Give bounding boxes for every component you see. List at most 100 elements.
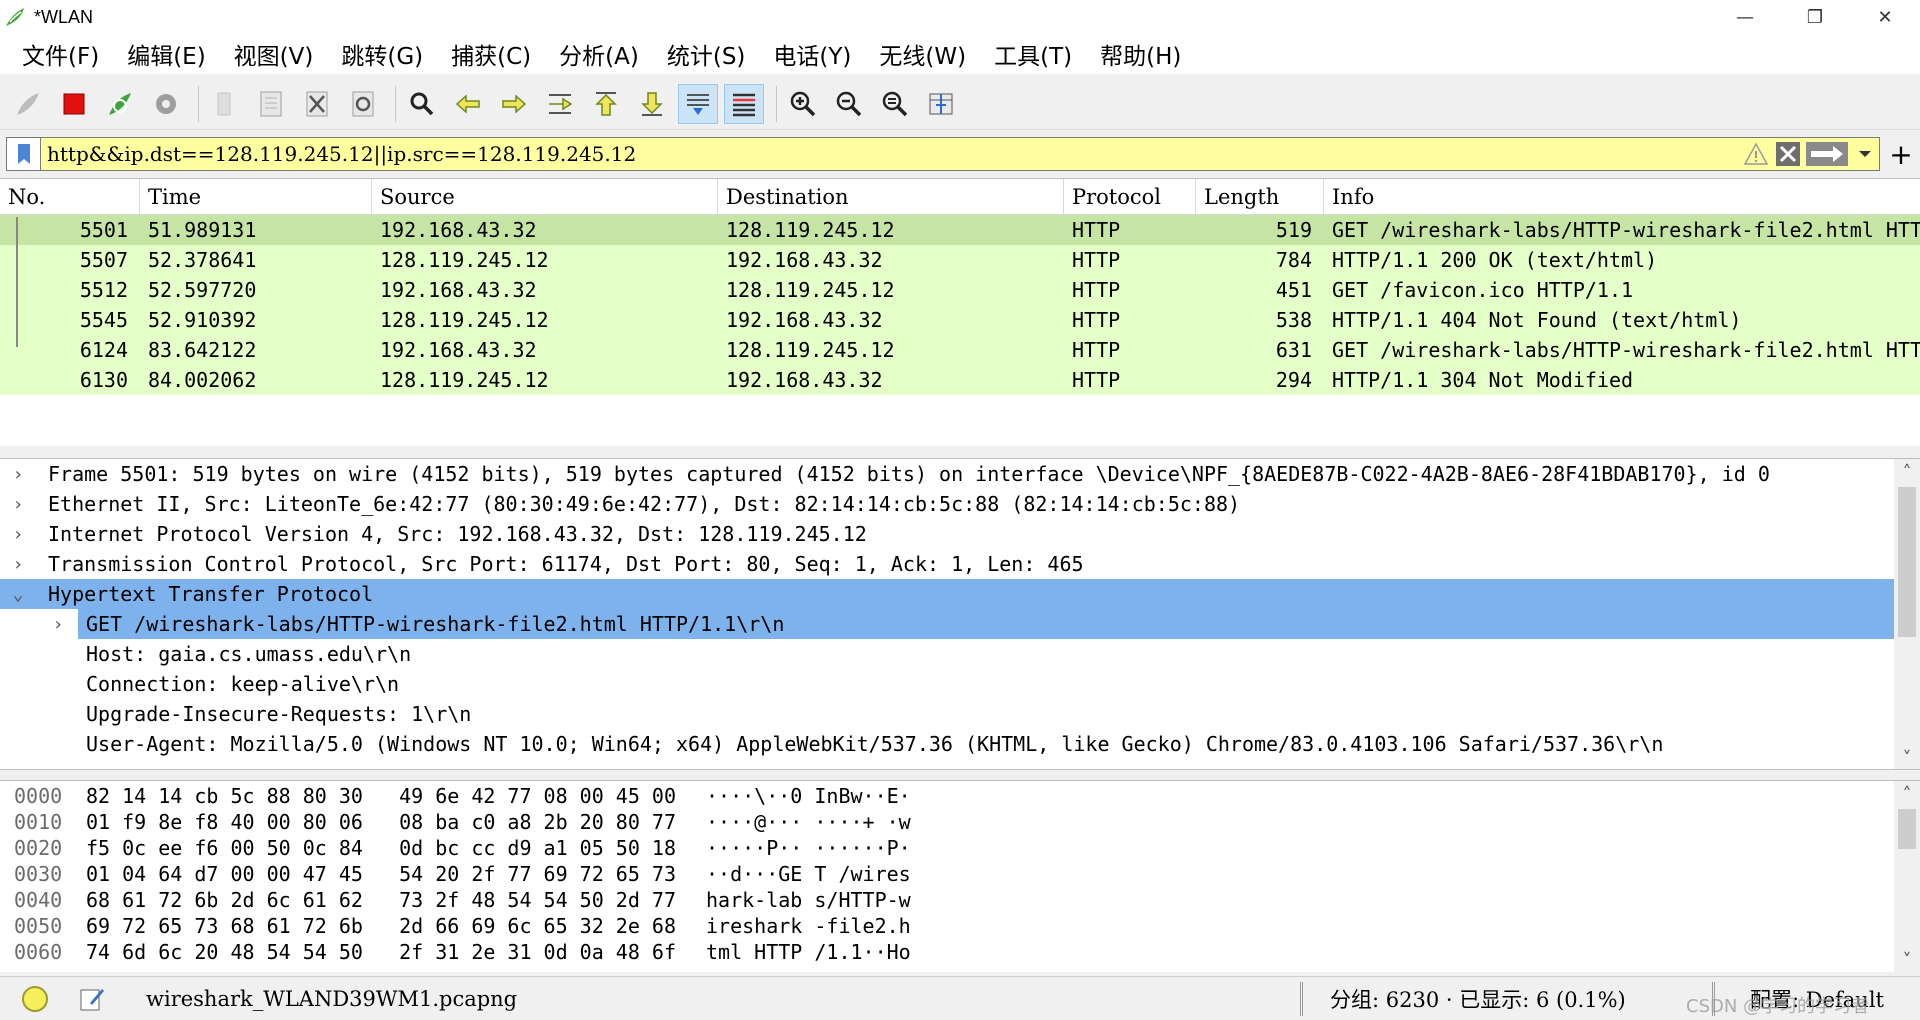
packet-row[interactable]: 5501 51.989131 192.168.43.32 128.119.245.12… bbox=[0, 215, 1920, 245]
tree-item-user-agent[interactable]: User-Agent: Mozilla/5.0 (Windows NT 10.0… bbox=[0, 729, 1920, 759]
expert-info-led-icon[interactable] bbox=[22, 985, 48, 1012]
expand-arrow-icon[interactable]: › bbox=[0, 554, 36, 575]
zoom-out-icon[interactable] bbox=[829, 84, 869, 124]
scroll-up-icon[interactable]: ˄ bbox=[1894, 781, 1920, 807]
hex-bytes[interactable]: 01 04 64 d7 00 00 47 45 54 20 2f 77 69 7… bbox=[86, 862, 706, 886]
byte-offset[interactable]: 0040 bbox=[0, 888, 86, 912]
tree-item-http[interactable]: ⌄ Hypertext Transfer Protocol bbox=[0, 579, 1894, 609]
packet-row[interactable]: 6130 84.002062 128.119.245.12 192.168.43.32… bbox=[0, 365, 1920, 395]
go-last-icon[interactable] bbox=[632, 84, 672, 124]
column-header-source[interactable]: Source bbox=[372, 179, 718, 215]
ascii-bytes[interactable]: hark-lab s/HTTP-w bbox=[706, 888, 1006, 912]
menu-edit[interactable]: 编辑(E) bbox=[113, 37, 219, 71]
packet-row[interactable]: 6124 83.642122 192.168.43.32 128.119.245.12… bbox=[0, 335, 1920, 365]
tree-item-frame[interactable]: › Frame 5501: 519 bytes on wire (4152 bi… bbox=[0, 459, 1920, 489]
column-header-destination[interactable]: Destination bbox=[718, 179, 1064, 215]
close-window-button[interactable]: ✕ bbox=[1850, 0, 1920, 34]
menu-capture[interactable]: 捕获(C) bbox=[437, 37, 545, 71]
details-scroll-thumb[interactable] bbox=[1898, 487, 1916, 637]
minimize-button[interactable]: — bbox=[1710, 0, 1780, 34]
expand-arrow-icon[interactable]: › bbox=[0, 494, 36, 515]
close-file-icon[interactable] bbox=[297, 84, 337, 124]
byte-offset[interactable]: 0060 bbox=[0, 940, 86, 964]
autoscroll-icon[interactable] bbox=[678, 83, 718, 124]
tree-item-connection[interactable]: Connection: keep-alive\r\n bbox=[0, 669, 1920, 699]
zoom-normal-icon[interactable] bbox=[875, 84, 915, 124]
ascii-bytes[interactable]: ireshark -file2.h bbox=[706, 914, 1006, 938]
restart-capture-icon[interactable] bbox=[100, 84, 140, 124]
expand-arrow-icon[interactable]: › bbox=[40, 614, 76, 635]
open-file-icon[interactable] bbox=[205, 84, 245, 124]
byte-offset[interactable]: 0000 bbox=[0, 784, 86, 808]
scroll-up-icon[interactable]: ˄ bbox=[1894, 459, 1920, 485]
ascii-bytes[interactable]: ··d···GE T /wires bbox=[706, 862, 1006, 886]
hex-bytes[interactable]: 82 14 14 cb 5c 88 80 30 49 6e 42 77 08 0… bbox=[86, 784, 706, 808]
scroll-down-icon[interactable]: ˅ bbox=[1894, 947, 1920, 972]
hex-bytes[interactable]: 74 6d 6c 20 48 54 54 50 2f 31 2e 31 0d 0… bbox=[86, 940, 706, 964]
bytes-scroll-thumb[interactable] bbox=[1898, 809, 1916, 849]
go-forward-icon[interactable] bbox=[494, 84, 534, 124]
details-vertical-scrollbar[interactable]: ˄ ˅ bbox=[1894, 459, 1920, 769]
filter-dropdown-chevron-icon[interactable] bbox=[1851, 139, 1879, 169]
column-header-no[interactable]: No. bbox=[0, 179, 140, 215]
column-header-protocol[interactable]: Protocol bbox=[1064, 179, 1196, 215]
filter-bookmark-icon[interactable] bbox=[6, 137, 40, 171]
packet-row[interactable]: 5545 52.910392 128.119.245.12 192.168.43.32… bbox=[0, 305, 1920, 335]
packet-row[interactable]: 5512 52.597720 192.168.43.32 128.119.245.12… bbox=[0, 275, 1920, 305]
maximize-button[interactable]: ❐ bbox=[1780, 0, 1850, 34]
ascii-bytes[interactable]: tml HTTP /1.1··Ho bbox=[706, 940, 1006, 964]
menu-tools[interactable]: 工具(T) bbox=[980, 37, 1086, 71]
zoom-in-icon[interactable] bbox=[783, 84, 823, 124]
menu-wireless[interactable]: 无线(W) bbox=[865, 37, 980, 71]
find-packet-icon[interactable] bbox=[402, 84, 442, 124]
hex-bytes[interactable]: 01 f9 8e f8 40 00 80 06 08 ba c0 a8 2b 2… bbox=[86, 810, 706, 834]
save-file-icon[interactable] bbox=[251, 84, 291, 124]
expand-arrow-icon[interactable]: › bbox=[0, 524, 36, 545]
menu-analyze[interactable]: 分析(A) bbox=[545, 37, 653, 71]
capture-options-icon[interactable] bbox=[146, 84, 186, 124]
tree-item-host[interactable]: Host: gaia.cs.umass.edu\r\n bbox=[0, 639, 1920, 669]
clear-filter-icon[interactable] bbox=[1773, 139, 1803, 169]
hex-bytes[interactable]: 68 61 72 6b 2d 6c 61 62 73 2f 48 54 54 5… bbox=[86, 888, 706, 912]
capture-comment-icon[interactable] bbox=[78, 985, 106, 1013]
reload-file-icon[interactable] bbox=[343, 84, 383, 124]
add-filter-button-plus-icon[interactable]: + bbox=[1886, 138, 1916, 171]
tree-item-ethernet[interactable]: › Ethernet II, Src: LiteonTe_6e:42:77 (8… bbox=[0, 489, 1920, 519]
scroll-down-icon[interactable]: ˅ bbox=[1894, 745, 1920, 769]
menu-help[interactable]: 帮助(H) bbox=[1086, 37, 1195, 71]
ascii-bytes[interactable]: ·····P·· ······P· bbox=[706, 836, 1006, 860]
resize-columns-icon[interactable] bbox=[921, 84, 961, 124]
colorize-icon[interactable] bbox=[724, 83, 764, 124]
menu-telephony[interactable]: 电话(Y) bbox=[759, 37, 865, 71]
byte-offset[interactable]: 0030 bbox=[0, 862, 86, 886]
column-header-info[interactable]: Info bbox=[1324, 179, 1920, 215]
tree-item-tcp[interactable]: › Transmission Control Protocol, Src Por… bbox=[0, 549, 1920, 579]
go-to-packet-icon[interactable] bbox=[540, 84, 580, 124]
bytes-vertical-scrollbar[interactable]: ˄ ˅ bbox=[1894, 781, 1920, 972]
go-first-icon[interactable] bbox=[586, 84, 626, 124]
stop-capture-icon[interactable] bbox=[54, 84, 94, 124]
shark-fin-icon[interactable] bbox=[8, 84, 48, 124]
expand-arrow-icon[interactable]: › bbox=[0, 464, 36, 485]
tree-item-upgrade-insecure[interactable]: Upgrade-Insecure-Requests: 1\r\n bbox=[0, 699, 1920, 729]
menu-file[interactable]: 文件(F) bbox=[8, 37, 113, 71]
byte-offset[interactable]: 0010 bbox=[0, 810, 86, 834]
ascii-bytes[interactable]: ····\··0 InBw··E· bbox=[706, 784, 1006, 808]
menu-go[interactable]: 跳转(G) bbox=[327, 37, 437, 71]
hex-bytes[interactable]: f5 0c ee f6 00 50 0c 84 0d bc cc d9 a1 0… bbox=[86, 836, 706, 860]
collapse-arrow-icon[interactable]: ⌄ bbox=[0, 584, 36, 605]
byte-offset[interactable]: 0050 bbox=[0, 914, 86, 938]
tree-item-ip[interactable]: › Internet Protocol Version 4, Src: 192.… bbox=[0, 519, 1920, 549]
hex-bytes[interactable]: 69 72 65 73 68 61 72 6b 2d 66 69 6c 65 3… bbox=[86, 914, 706, 938]
column-header-time[interactable]: Time bbox=[140, 179, 372, 215]
menu-statistics[interactable]: 统计(S) bbox=[653, 37, 760, 71]
tree-item-http-request-line[interactable]: › GET /wireshark-labs/HTTP-wireshark-fil… bbox=[0, 609, 1894, 639]
apply-filter-icon[interactable] bbox=[1803, 139, 1851, 169]
column-header-length[interactable]: Length bbox=[1196, 179, 1324, 215]
display-filter-input[interactable] bbox=[41, 139, 1681, 169]
byte-offset[interactable]: 0020 bbox=[0, 836, 86, 860]
go-back-icon[interactable] bbox=[448, 84, 488, 124]
menu-view[interactable]: 视图(V) bbox=[220, 37, 328, 71]
packet-row[interactable]: 5507 52.378641 128.119.245.12 192.168.43.32… bbox=[0, 245, 1920, 275]
ascii-bytes[interactable]: ····@··· ····+ ·w bbox=[706, 810, 1006, 834]
